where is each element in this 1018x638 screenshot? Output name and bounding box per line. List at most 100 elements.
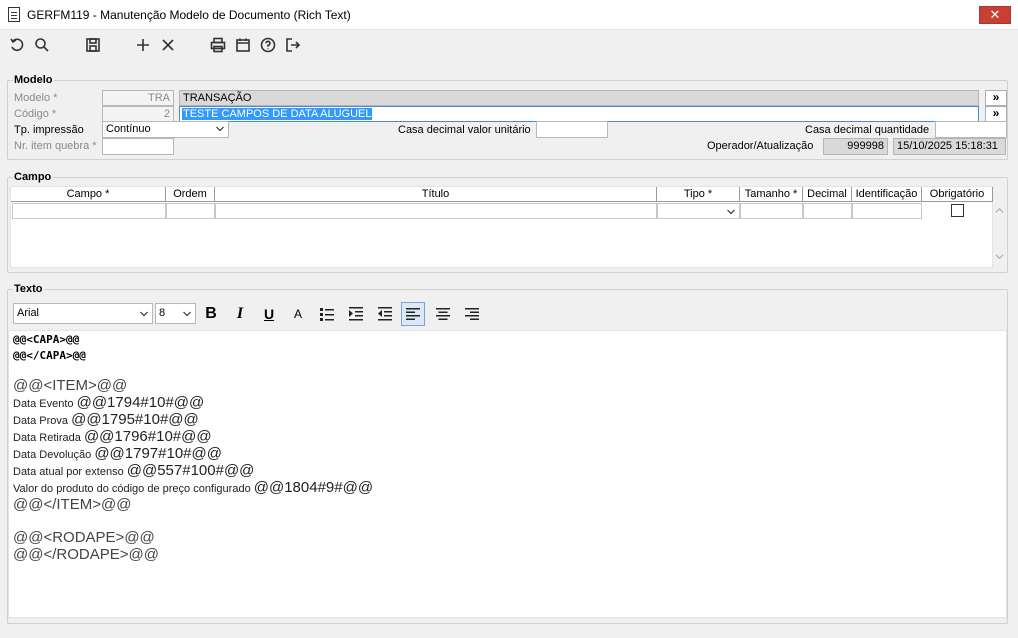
cell-tipo-select[interactable] (657, 203, 740, 219)
modelo-group-label: Modelo (13, 74, 54, 86)
font-color-icon[interactable]: A (286, 302, 310, 326)
main-toolbar (0, 31, 1018, 59)
save-icon[interactable] (83, 35, 103, 55)
font-family-select[interactable]: Arial (13, 303, 153, 324)
exit-icon[interactable] (283, 35, 303, 55)
cell-titulo[interactable] (215, 203, 657, 219)
col-tamanho[interactable]: Tamanho * (740, 187, 803, 202)
line-label: Data Prova (13, 415, 72, 427)
atualizacao-field: 15/10/2025 15:18:31 (893, 138, 1006, 155)
outdent-icon[interactable] (373, 302, 397, 326)
print-icon[interactable] (208, 35, 228, 55)
align-right-icon[interactable] (460, 302, 484, 326)
obrigatorio-checkbox[interactable] (951, 204, 964, 217)
item-open-line: @@<ITEM>@@ (13, 377, 128, 394)
modelo-code-field[interactable]: TRA (102, 90, 174, 106)
col-campo[interactable]: Campo * (11, 187, 166, 202)
font-size-select[interactable]: 8 (155, 303, 196, 324)
capa-open-line: @@<CAPA>@@ (13, 333, 80, 346)
chevron-down-icon (727, 209, 735, 215)
operador-atualizacao-label: Operador/Atualização (707, 140, 814, 152)
campo-grid: Campo * Ordem Título Tipo * Tamanho * De… (10, 186, 993, 268)
editor-line: Data Retirada @@1796#10#@@ (13, 428, 212, 445)
col-decimal[interactable]: Decimal (803, 187, 852, 202)
align-center-icon[interactable] (431, 302, 455, 326)
editor-line: Valor do produto do código de preço conf… (13, 479, 373, 496)
line-code: @@1804#9#@@ (253, 479, 374, 496)
line-label: Data Retirada (13, 432, 84, 444)
add-icon[interactable] (133, 35, 153, 55)
line-label: Data atual por extenso (13, 466, 127, 478)
window-title: GERFM119 - Manutenção Modelo de Document… (27, 8, 351, 22)
campo-group-label: Campo (13, 171, 53, 183)
indent-icon[interactable] (344, 302, 368, 326)
search-icon[interactable] (32, 35, 52, 55)
codigo-field[interactable]: 2 (102, 106, 174, 122)
cell-campo[interactable] (12, 203, 166, 219)
line-code: @@1794#10#@@ (76, 394, 205, 411)
tp-impressao-value: Contínuo (106, 123, 151, 135)
underline-icon[interactable]: U (257, 302, 281, 326)
chevron-down-icon (140, 311, 148, 317)
editor-line: Data Evento @@1794#10#@@ (13, 394, 204, 411)
editor-line: Data atual por extenso @@557#100#@@ (13, 462, 254, 479)
nr-item-quebra-field[interactable] (102, 138, 174, 155)
bold-icon[interactable]: B (199, 302, 223, 326)
col-tipo[interactable]: Tipo * (657, 187, 740, 202)
casa-decimal-unitario-label: Casa decimal valor unitário (398, 124, 531, 136)
undo-icon[interactable] (7, 35, 27, 55)
line-label: Data Evento (13, 398, 77, 410)
line-code: @@1797#10#@@ (94, 445, 222, 462)
delete-icon[interactable] (158, 35, 178, 55)
font-family-value: Arial (17, 307, 40, 319)
align-left-icon[interactable] (401, 302, 425, 326)
rich-text-editor[interactable]: @@<CAPA>@@ @@</CAPA>@@ @@<ITEM>@@ Data E… (8, 330, 1007, 618)
chevron-down-icon (216, 126, 224, 132)
tp-impressao-select[interactable]: Contínuo (102, 121, 229, 138)
capa-close-line: @@</CAPA>@@ (13, 349, 86, 362)
rodape-close-line: @@</RODAPE>@@ (13, 546, 159, 563)
tp-impressao-label: Tp. impressão (14, 124, 84, 136)
calendar-icon[interactable] (233, 35, 253, 55)
line-code: @@557#100#@@ (126, 462, 255, 479)
operador-field: 999998 (823, 138, 888, 155)
campo-grid-scrollbar[interactable] (993, 202, 1006, 268)
cell-ordem[interactable] (166, 203, 215, 219)
line-label: Data Devolução (13, 449, 95, 461)
modelo-label: Modelo * (14, 92, 58, 104)
help-icon[interactable] (258, 35, 278, 55)
modelo-lookup-button[interactable]: » (985, 90, 1007, 106)
bullet-list-icon[interactable] (315, 302, 339, 326)
document-icon (8, 7, 20, 22)
codigo-label: Código * (14, 108, 57, 120)
rodape-open-line: @@<RODAPE>@@ (13, 529, 155, 546)
item-close-line: @@</ITEM>@@ (13, 496, 132, 513)
modelo-description-field: TRANSAÇÃO (179, 90, 979, 106)
line-code: @@1796#10#@@ (83, 428, 212, 445)
font-size-value: 8 (159, 307, 166, 319)
chevron-up-icon[interactable] (995, 206, 1004, 215)
italic-icon[interactable]: I (228, 302, 252, 326)
richtext-toolbar: Arial 8 B I U A (13, 302, 513, 326)
cell-tamanho[interactable] (740, 203, 803, 219)
editor-line: Data Prova @@1795#10#@@ (13, 411, 199, 428)
line-code: @@1795#10#@@ (71, 411, 199, 428)
casa-decimal-unitario-field[interactable] (536, 121, 608, 138)
chevron-down-icon[interactable] (995, 252, 1004, 261)
nr-item-quebra-label: Nr. item quebra * (14, 140, 97, 152)
codigo-description-text: TESTE CAMPOS DE DATA ALUGUEL (182, 108, 373, 120)
casa-decimal-quantidade-field[interactable] (935, 121, 1007, 138)
col-ordem[interactable]: Ordem (166, 187, 215, 202)
col-obrigatorio[interactable]: Obrigatório (922, 187, 993, 202)
cell-decimal[interactable] (803, 203, 852, 219)
col-identificacao[interactable]: Identificação (852, 187, 922, 202)
editor-line: Data Devolução @@1797#10#@@ (13, 445, 222, 462)
line-label: Valor do produto do código de preço conf… (13, 483, 254, 495)
title-bar: GERFM119 - Manutenção Modelo de Document… (0, 0, 1018, 30)
codigo-lookup-button[interactable]: » (985, 106, 1007, 122)
chevron-down-icon (183, 311, 191, 317)
codigo-description-field[interactable]: TESTE CAMPOS DE DATA ALUGUEL (179, 106, 979, 122)
close-button[interactable]: ✕ (979, 6, 1011, 24)
cell-identificacao[interactable] (852, 203, 922, 219)
col-titulo[interactable]: Título (215, 187, 657, 202)
